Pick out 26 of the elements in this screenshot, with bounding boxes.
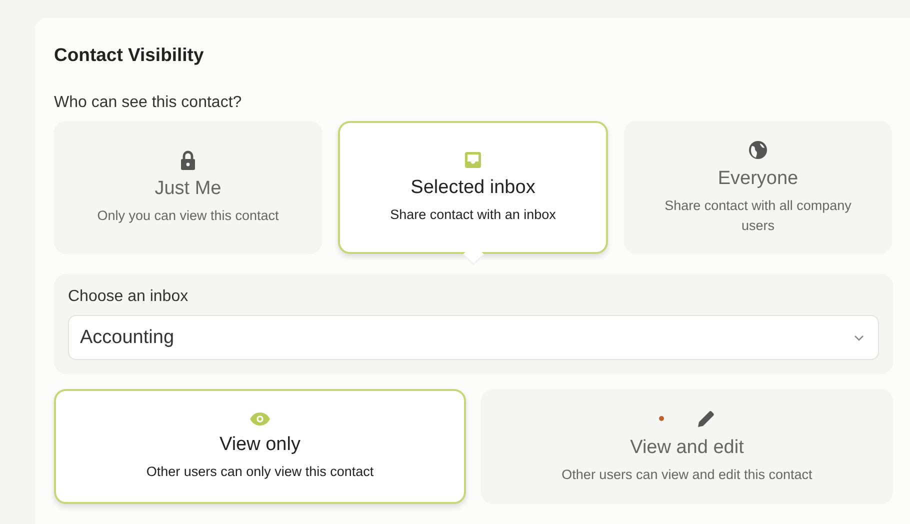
inbox-icon	[464, 150, 482, 168]
dot-icon	[658, 416, 664, 421]
question-label: Who can see this contact?	[54, 94, 243, 112]
option-title: Selected inbox	[410, 176, 536, 198]
lock-icon	[180, 150, 196, 170]
option-card[interactable]: Selected inbox Share contact with an inbox	[338, 121, 608, 254]
option-card[interactable]: Just Me Only you can view this contact	[54, 121, 322, 254]
option-description: Other users can only view this contact	[146, 462, 374, 481]
option-title: Everyone	[718, 168, 798, 190]
option-card[interactable]: View and edit Other users can view and edit this contact	[481, 389, 893, 504]
option-description: Only you can view this contact	[97, 206, 279, 225]
option-title: View and edit	[630, 436, 744, 458]
option-description: Other users can view and edit this contact	[562, 466, 812, 484]
chevron-down-icon	[854, 334, 864, 340]
pencil-icon	[696, 408, 716, 428]
section-title: Contact Visibility	[54, 44, 205, 66]
eye-icon	[249, 412, 271, 426]
option-title: View only	[220, 434, 300, 456]
option-title: Just Me	[154, 178, 222, 200]
option-description: Share contact with all company users	[664, 196, 852, 234]
field-label: Choose an inbox	[68, 288, 190, 306]
option-card[interactable]: Everyone Share contact with all company users	[624, 121, 892, 254]
globe-icon	[748, 140, 768, 160]
option-description: Share contact with an inbox	[390, 206, 556, 224]
option-card[interactable]: View only Other users can only view this contact	[54, 389, 466, 504]
inbox-dropdown[interactable]: Accounting	[68, 315, 879, 360]
